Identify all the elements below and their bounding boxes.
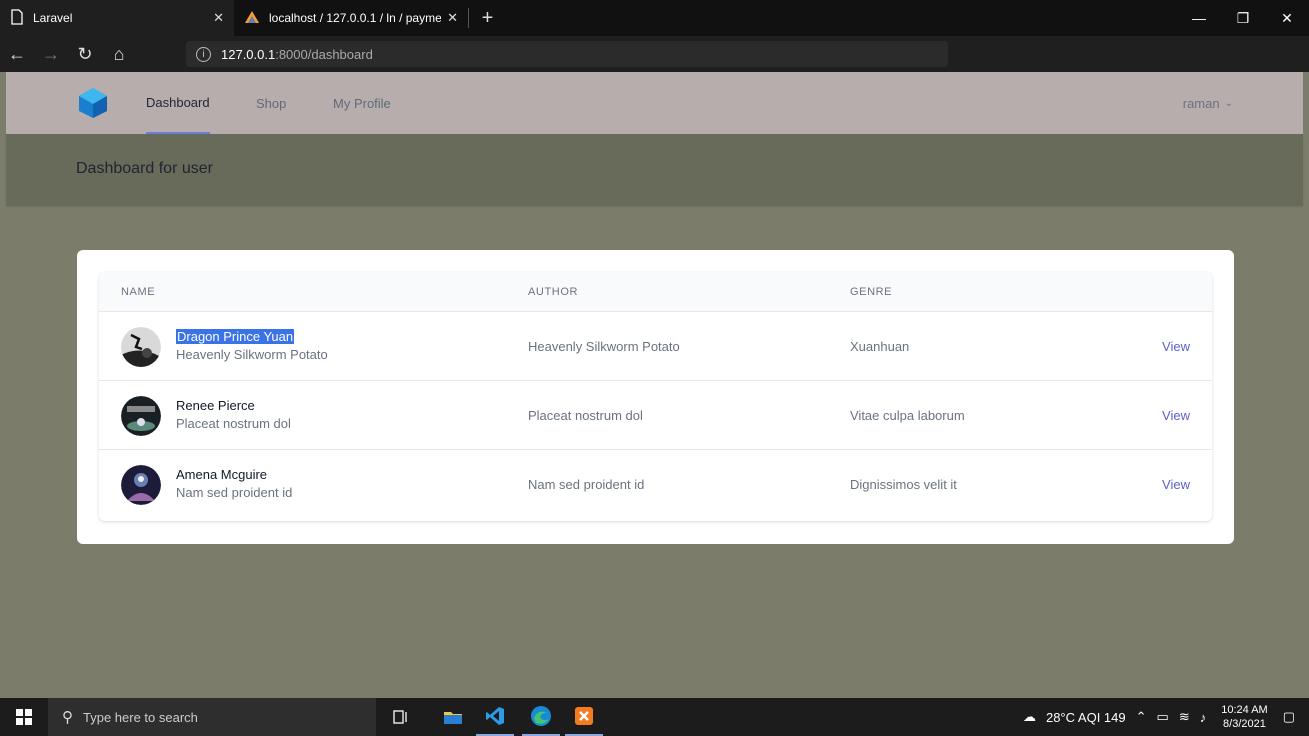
name-cell: Dragon Prince Yuan Heavenly Silkworm Pot…: [176, 328, 328, 364]
book-cover-avatar: [121, 465, 161, 505]
minimize-icon[interactable]: —: [1177, 0, 1221, 36]
author-cell: Heavenly Silkworm Potato: [528, 339, 680, 354]
genre-cell: Dignissimos velit it: [850, 477, 957, 492]
home-icon[interactable]: ⌂: [102, 36, 136, 72]
new-tab-button[interactable]: +: [468, 7, 498, 29]
nav-my-profile[interactable]: My Profile: [333, 72, 391, 134]
tab-close-icon[interactable]: ✕: [447, 10, 458, 26]
browser-tab-phpmyadmin[interactable]: localhost / 127.0.0.1 / ln / payme ✕: [234, 0, 468, 36]
page-title: Dashboard for user: [76, 160, 213, 177]
weather-icon: ☁: [1022, 709, 1036, 724]
tab-title: Laravel: [33, 11, 73, 25]
column-header-name: NAME: [121, 286, 156, 298]
genre-cell: Vitae culpa laborum: [850, 408, 965, 423]
file-explorer-icon[interactable]: [434, 698, 472, 736]
browser-toolbar: ← → ↻ ⌂ i 127.0.0.1:8000/dashboard ☆ ⚙ ☰…: [0, 36, 1309, 99]
browser-tab-bar: Laravel ✕ localhost / 127.0.0.1 / ln / p…: [0, 0, 1309, 36]
table-row: Amena Mcguire Nam sed proident id Nam se…: [99, 450, 1212, 519]
nav-dashboard[interactable]: Dashboard: [146, 72, 210, 134]
table-row: Renee Pierce Placeat nostrum dol Placeat…: [99, 381, 1212, 450]
refresh-icon[interactable]: ↻: [68, 36, 102, 72]
close-window-icon[interactable]: ✕: [1265, 0, 1309, 36]
books-table: NAME AUTHOR GENRE Dragon Prince Yuan Hea…: [99, 272, 1212, 521]
url-path: :8000/dashboard: [275, 46, 373, 62]
battery-icon[interactable]: ▭: [1157, 709, 1169, 725]
app-navbar: Dashboard Shop My Profile raman ⌄: [6, 72, 1303, 134]
book-cover-avatar: [121, 396, 161, 436]
restore-icon[interactable]: ❐: [1221, 0, 1265, 36]
site-info-icon[interactable]: i: [196, 46, 211, 62]
edge-browser-icon[interactable]: [522, 698, 560, 736]
windows-start-icon[interactable]: [0, 698, 48, 736]
chevron-down-icon: ⌄: [1224, 97, 1233, 109]
xampp-icon[interactable]: [565, 698, 603, 736]
user-menu-dropdown[interactable]: raman ⌄: [1183, 72, 1233, 134]
book-subtitle: Nam sed proident id: [176, 485, 293, 500]
address-bar[interactable]: i 127.0.0.1:8000/dashboard: [186, 41, 948, 67]
phpmyadmin-icon: [244, 10, 260, 27]
books-card: NAME AUTHOR GENRE Dragon Prince Yuan Hea…: [77, 250, 1234, 544]
book-title-text: Dragon Prince Yuan: [176, 329, 295, 344]
browser-tab-laravel[interactable]: Laravel ✕: [0, 0, 234, 36]
vscode-icon[interactable]: [476, 698, 514, 736]
table-row: Dragon Prince Yuan Heavenly Silkworm Pot…: [99, 312, 1212, 381]
book-title[interactable]: Renee Pierce: [176, 397, 291, 415]
genre-cell: Xuanhuan: [850, 339, 910, 354]
view-link[interactable]: View: [1162, 312, 1190, 381]
author-cell: Placeat nostrum dol: [528, 408, 643, 423]
page-icon: [10, 8, 24, 28]
user-name: raman: [1182, 95, 1220, 111]
taskbar-search-input[interactable]: ⚲ Type here to search: [48, 698, 376, 736]
url-host: 127.0.0.1: [221, 46, 276, 62]
search-icon: ⚲: [62, 709, 73, 726]
book-title[interactable]: Dragon Prince Yuan: [176, 328, 328, 346]
notifications-icon[interactable]: ▢: [1283, 709, 1295, 725]
task-view-icon[interactable]: [382, 698, 420, 736]
clock-time: 10:24 AM: [1221, 704, 1268, 716]
clock-date: 8/3/2021: [1223, 718, 1266, 730]
view-link[interactable]: View: [1162, 381, 1190, 450]
volume-icon[interactable]: ♪: [1200, 710, 1207, 725]
app-logo[interactable]: [78, 87, 108, 119]
book-cover-avatar: [121, 327, 161, 367]
book-subtitle: Heavenly Silkworm Potato: [176, 347, 328, 362]
wifi-icon[interactable]: ≋: [1179, 709, 1190, 725]
windows-taskbar: ⚲ Type here to search ☁ 28°C AQI 149 ⌃ ▭…: [0, 698, 1309, 736]
table-header: NAME AUTHOR GENRE: [99, 272, 1212, 312]
taskbar-clock[interactable]: 10:24 AM 8/3/2021: [1221, 703, 1267, 731]
column-header-author: AUTHOR: [528, 286, 579, 298]
back-icon[interactable]: ←: [0, 36, 34, 72]
tab-close-icon[interactable]: ✕: [213, 10, 224, 26]
name-cell: Renee Pierce Placeat nostrum dol: [176, 397, 291, 433]
nav-shop[interactable]: Shop: [256, 72, 286, 134]
column-header-genre: GENRE: [850, 286, 893, 298]
show-hidden-icons-icon[interactable]: ⌃: [1136, 709, 1147, 725]
search-placeholder: Type here to search: [83, 709, 198, 725]
window-controls: — ❐ ✕: [1177, 0, 1309, 36]
book-subtitle: Placeat nostrum dol: [176, 416, 291, 431]
forward-icon[interactable]: →: [34, 36, 68, 72]
weather-status[interactable]: 28°C AQI 149: [1046, 710, 1126, 725]
tab-title: localhost / 127.0.0.1 / ln / payme: [269, 11, 442, 25]
name-cell: Amena Mcguire Nam sed proident id: [176, 466, 292, 502]
page-header: Dashboard for user: [6, 134, 1303, 206]
author-cell: Nam sed proident id: [528, 477, 645, 492]
system-tray: ☁ 28°C AQI 149 ⌃ ▭ ≋ ♪ 10:24 AM 8/3/2021…: [1018, 698, 1309, 736]
view-link[interactable]: View: [1162, 450, 1190, 519]
book-title[interactable]: Amena Mcguire: [176, 466, 292, 484]
